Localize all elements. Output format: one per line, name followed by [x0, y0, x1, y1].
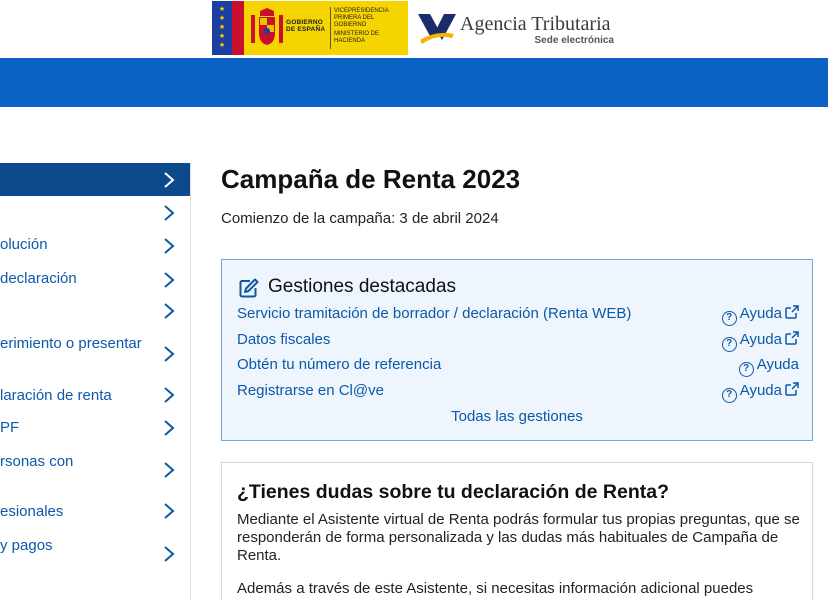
dudas-paragraph: Además a través de este Asistente, si ne…	[237, 580, 754, 597]
ayuda-label: Ayuda	[739, 331, 782, 348]
edit-icon	[239, 278, 259, 298]
gestiones-destacadas-panel: Gestiones destacadas Servicio tramitació…	[221, 259, 813, 441]
sidebar-item-label: y pagos	[0, 537, 53, 554]
sidebar-item[interactable]: esionales	[0, 501, 190, 527]
sidebar-item-label: esionales	[0, 503, 64, 520]
campaign-start-date: Comienzo de la campaña: 3 de abril 2024	[221, 210, 499, 227]
dudas-paragraph: Mediante el Asistente virtual de Renta p…	[237, 511, 800, 564]
help-icon: ?	[721, 388, 737, 403]
gestion-row: Obtén tu número de referencia ? Ayuda	[237, 356, 799, 377]
sidebar-item-label: olución	[0, 236, 48, 253]
dudas-title: ¿Tienes dudas sobre tu declaración de Re…	[237, 481, 669, 503]
external-link-icon	[785, 331, 799, 345]
chevron-right-icon	[164, 387, 175, 403]
numero-referencia-link[interactable]: Obtén tu número de referencia	[237, 356, 441, 373]
sidebar-item[interactable]: y pagos	[0, 535, 190, 575]
flag-stripe	[232, 1, 244, 55]
logo-divider	[330, 7, 331, 49]
gobierno-label: GOBIERNO DE ESPAÑA	[286, 19, 326, 33]
ayuda-label: Ayuda	[739, 305, 782, 322]
sidebar-item-label: laración de renta	[0, 387, 112, 404]
agencia-tributaria-logo[interactable]: Agencia Tributaria Sede electrónica	[416, 8, 616, 50]
sidebar-item-label: PF	[0, 419, 20, 436]
sidebar-item[interactable]: declaración	[0, 268, 190, 294]
help-icon: ?	[721, 337, 737, 352]
ayuda-link[interactable]: ? Ayuda	[721, 331, 799, 352]
logo-bar: ★ ★ ★ ★ ★ GOBIERNO DE ESPAÑA VICEPRESIDENCIA…	[0, 0, 828, 58]
ministerio-label: MINISTERIO DE HACIENDA	[334, 31, 380, 44]
sidebar-item[interactable]	[0, 302, 190, 328]
external-link-icon	[785, 305, 799, 319]
gestion-row: Servicio tramitación de borrador / decla…	[237, 305, 799, 326]
sidebar-item[interactable]: erimiento o presentar	[0, 333, 190, 373]
datos-fiscales-link[interactable]: Datos fiscales	[237, 331, 330, 348]
sidebar-item-label: declaración	[0, 270, 77, 287]
agency-title: Agencia Tributaria	[460, 13, 611, 35]
clave-link[interactable]: Registrarse en Cl@ve	[237, 382, 384, 399]
ayuda-label: Ayuda	[739, 382, 782, 399]
renta-web-link[interactable]: Servicio tramitación de borrador / decla…	[237, 305, 631, 322]
sidebar-item-label: erimiento o presentar	[0, 335, 142, 352]
chevron-right-icon	[164, 272, 175, 288]
agency-subtitle: Sede electrónica	[534, 35, 614, 46]
sidebar-item[interactable]: laración de renta	[0, 385, 190, 411]
help-icon: ?	[721, 311, 737, 326]
chevron-right-icon	[164, 462, 175, 478]
sidebar-item[interactable]: PF	[0, 418, 190, 444]
sidebar-nav: olución declaración erimiento o presenta…	[0, 163, 191, 600]
chevron-right-icon	[164, 420, 175, 436]
sidebar-item-active[interactable]	[0, 163, 190, 196]
sidebar-item[interactable]: rsonas con	[0, 451, 190, 491]
coat-of-arms-icon	[251, 8, 283, 45]
chevron-right-icon	[164, 503, 175, 519]
ayuda-link[interactable]: ? Ayuda	[738, 356, 799, 377]
eu-stars: ★ ★ ★ ★ ★	[218, 6, 226, 49]
sidebar-item-label: rsonas con	[0, 453, 74, 470]
chevron-right-icon	[164, 546, 175, 562]
help-icon: ?	[738, 362, 754, 377]
ayuda-label: Ayuda	[756, 356, 799, 373]
sidebar-item[interactable]: olución	[0, 234, 190, 260]
external-link-icon	[785, 382, 799, 396]
gestion-row: Datos fiscales ? Ayuda	[237, 331, 799, 352]
chevron-right-icon	[164, 238, 175, 254]
chevron-right-icon	[164, 303, 175, 319]
chevron-right-icon	[164, 346, 175, 362]
dudas-panel: ¿Tienes dudas sobre tu declaración de Re…	[221, 462, 813, 600]
todas-las-gestiones-link[interactable]: Todas las gestiones	[222, 408, 812, 425]
gestion-row: Registrarse en Cl@ve ? Ayuda	[237, 382, 799, 403]
sidebar-item[interactable]	[0, 200, 190, 226]
chevron-right-icon	[164, 172, 175, 188]
page-title: Campaña de Renta 2023	[221, 164, 521, 194]
ayuda-link[interactable]: ? Ayuda	[721, 305, 799, 326]
agencia-tributaria-mark-icon	[418, 14, 456, 44]
nav-band	[0, 58, 828, 107]
gestiones-title: Gestiones destacadas	[268, 276, 457, 297]
ayuda-link[interactable]: ? Ayuda	[721, 382, 799, 403]
chevron-right-icon	[164, 205, 175, 221]
vicepresidencia-label: VICEPRESIDENCIA PRIMERA DEL GOBIERNO	[334, 8, 389, 28]
gobierno-logo[interactable]: ★ ★ ★ ★ ★ GOBIERNO DE ESPAÑA VICEPRESIDENCIA…	[212, 1, 408, 55]
